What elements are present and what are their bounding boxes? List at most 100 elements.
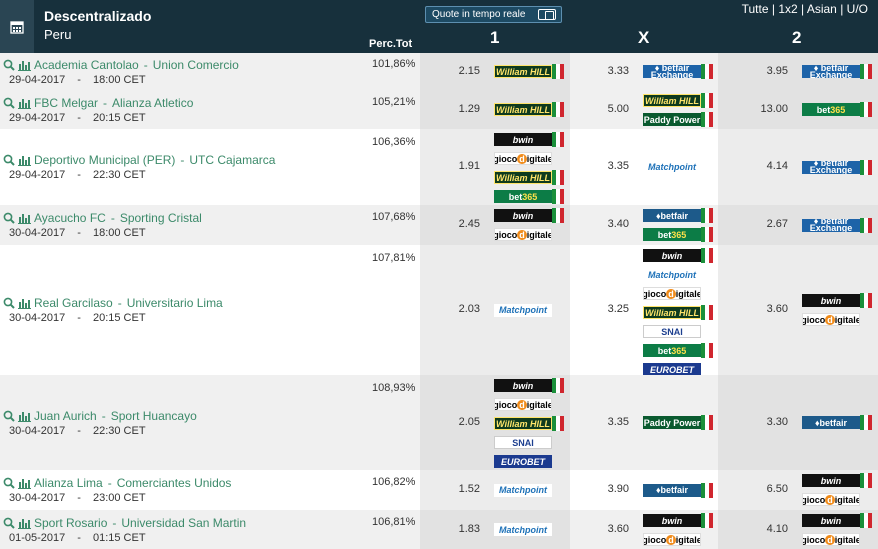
away-team-link[interactable]: Alianza Atletico <box>112 96 193 110</box>
away-team-link[interactable]: Comerciantes Unidos <box>117 476 232 490</box>
odd-draw[interactable]: 3.90 <box>589 483 629 495</box>
home-team-link[interactable]: Real Garcilaso <box>34 296 113 310</box>
bookmaker-bet365[interactable]: bet 365 <box>802 102 872 117</box>
odd-away[interactable]: 6.50 <box>748 483 788 495</box>
away-team-link[interactable]: Sport Huancayo <box>111 409 197 423</box>
odd-away[interactable]: 4.10 <box>748 523 788 535</box>
search-icon[interactable] <box>3 297 15 309</box>
bookmaker-eurobet[interactable]: EUROBET <box>494 454 564 469</box>
bookmaker-bwin[interactable]: bwin <box>494 378 564 393</box>
bookmaker-gioco-digitale[interactable]: gioco d igitale <box>802 312 872 327</box>
odd-draw[interactable]: 3.33 <box>589 65 629 77</box>
odd-draw[interactable]: 3.35 <box>589 160 629 172</box>
bookmaker-bwin[interactable]: bwin <box>802 513 872 528</box>
bookmaker-gioco-digitale[interactable]: gioco d igitale <box>643 532 713 547</box>
stats-chart-icon[interactable] <box>18 297 31 309</box>
live-odds-toggle[interactable]: Quote in tempo reale <box>425 6 562 23</box>
odd-home[interactable]: 2.05 <box>440 416 480 428</box>
odd-draw[interactable]: 3.40 <box>589 218 629 230</box>
search-icon[interactable] <box>3 97 15 109</box>
odd-away[interactable]: 3.30 <box>748 416 788 428</box>
odd-draw[interactable]: 3.60 <box>589 523 629 535</box>
bookmaker-gioco-digitale[interactable]: gioco d igitale <box>802 532 872 547</box>
odd-away[interactable]: 2.67 <box>748 218 788 230</box>
home-team-link[interactable]: Alianza Lima <box>34 476 103 490</box>
home-team-link[interactable]: Deportivo Municipal (PER) <box>34 153 175 167</box>
home-team-link[interactable]: Academia Cantolao <box>34 58 139 72</box>
odd-draw[interactable]: 3.25 <box>589 303 629 315</box>
bookmaker-betfair-exchange[interactable]: ♦ betfair Exchange <box>802 64 872 79</box>
bookmaker-betfair[interactable]: ♦betfair <box>643 482 713 498</box>
bookmaker-bwin[interactable]: bwin <box>643 513 713 528</box>
odd-draw[interactable]: 3.35 <box>589 416 629 428</box>
search-icon[interactable] <box>3 477 15 489</box>
bookmaker-betfair[interactable]: ♦betfair <box>802 415 872 430</box>
search-icon[interactable] <box>3 212 15 224</box>
search-icon[interactable] <box>3 410 15 422</box>
bookmaker-gioco-digitale[interactable]: gioco d igitale <box>494 151 564 166</box>
bookmaker-bet365[interactable]: bet 365 <box>643 343 713 358</box>
away-team-link[interactable]: Universidad San Martin <box>121 516 246 530</box>
bookmaker-paddy-power[interactable]: Paddy Power <box>643 112 713 127</box>
odd-home[interactable]: 2.45 <box>440 218 480 230</box>
stats-chart-icon[interactable] <box>18 477 31 489</box>
bookmaker-william-hill[interactable]: William HILL <box>494 102 564 117</box>
bookmaker-snai[interactable]: SNAI <box>494 435 564 450</box>
stats-chart-icon[interactable] <box>18 517 31 529</box>
bookmaker-paddy-power[interactable]: Paddy Power <box>643 415 713 430</box>
calendar-icon[interactable] <box>0 0 34 53</box>
bookmaker-matchpoint[interactable]: Matchpoint <box>643 267 713 282</box>
search-icon[interactable] <box>3 154 15 166</box>
bookmaker-william-hill[interactable]: William HILL <box>494 64 564 79</box>
bookmaker-matchpoint[interactable]: Matchpoint <box>494 483 552 498</box>
bookmaker-matchpoint[interactable]: Matchpoint <box>494 303 552 318</box>
odd-away[interactable]: 4.14 <box>748 160 788 172</box>
bookmaker-gioco-digitale[interactable]: gioco d igitale <box>643 286 713 301</box>
bookmaker-betfair[interactable]: ♦betfair <box>643 208 713 223</box>
odd-away[interactable]: 13.00 <box>748 103 788 115</box>
stats-chart-icon[interactable] <box>18 154 31 166</box>
odd-home[interactable]: 2.15 <box>440 65 480 77</box>
bookmaker-gioco-digitale[interactable]: gioco d igitale <box>494 227 564 242</box>
bookmaker-matchpoint[interactable]: Matchpoint <box>494 522 552 537</box>
odd-home[interactable]: 1.91 <box>440 160 480 172</box>
filter-over-under[interactable]: U/O <box>847 2 868 16</box>
bookmaker-bwin[interactable]: bwin <box>643 248 713 263</box>
home-team-link[interactable]: Juan Aurich <box>34 409 97 423</box>
odd-home[interactable]: 2.03 <box>440 303 480 315</box>
stats-chart-icon[interactable] <box>18 410 31 422</box>
bookmaker-william-hill[interactable]: William HILL <box>643 93 713 108</box>
bookmaker-bet365[interactable]: bet 365 <box>494 189 564 204</box>
bookmaker-william-hill[interactable]: William HILL <box>643 305 713 320</box>
odd-home[interactable]: 1.52 <box>440 483 480 495</box>
away-team-link[interactable]: Union Comercio <box>153 58 239 72</box>
filter-asian[interactable]: Asian <box>807 2 837 16</box>
stats-chart-icon[interactable] <box>18 212 31 224</box>
odd-away[interactable]: 3.60 <box>748 303 788 315</box>
odd-home[interactable]: 1.29 <box>440 103 480 115</box>
odd-home[interactable]: 1.83 <box>440 523 480 535</box>
away-team-link[interactable]: Sporting Cristal <box>120 211 202 225</box>
stats-chart-icon[interactable] <box>18 59 31 71</box>
filter-all[interactable]: Tutte <box>742 2 769 16</box>
odd-draw[interactable]: 5.00 <box>589 103 629 115</box>
bookmaker-bet365[interactable]: bet 365 <box>643 227 713 242</box>
stats-chart-icon[interactable] <box>18 97 31 109</box>
bookmaker-matchpoint[interactable]: Matchpoint <box>643 160 701 175</box>
bookmaker-betfair-exchange[interactable]: ♦ betfair Exchange <box>802 217 872 233</box>
bookmaker-bwin[interactable]: bwin <box>802 293 872 308</box>
bookmaker-william-hill[interactable]: William HILL <box>494 170 564 185</box>
bookmaker-gioco-digitale[interactable]: gioco d igitale <box>802 492 872 507</box>
search-icon[interactable] <box>3 517 15 529</box>
home-team-link[interactable]: Ayacucho FC <box>34 211 106 225</box>
filter-1x2[interactable]: 1x2 <box>778 2 797 16</box>
bookmaker-bwin[interactable]: bwin <box>494 208 564 223</box>
bookmaker-william-hill[interactable]: William HILL <box>494 416 564 431</box>
bookmaker-gioco-digitale[interactable]: gioco d igitale <box>494 397 564 412</box>
bookmaker-snai[interactable]: SNAI <box>643 324 713 339</box>
odd-away[interactable]: 3.95 <box>748 65 788 77</box>
away-team-link[interactable]: UTC Cajamarca <box>189 153 275 167</box>
search-icon[interactable] <box>3 59 15 71</box>
bookmaker-bwin[interactable]: bwin <box>802 473 872 488</box>
away-team-link[interactable]: Universitario Lima <box>127 296 223 310</box>
